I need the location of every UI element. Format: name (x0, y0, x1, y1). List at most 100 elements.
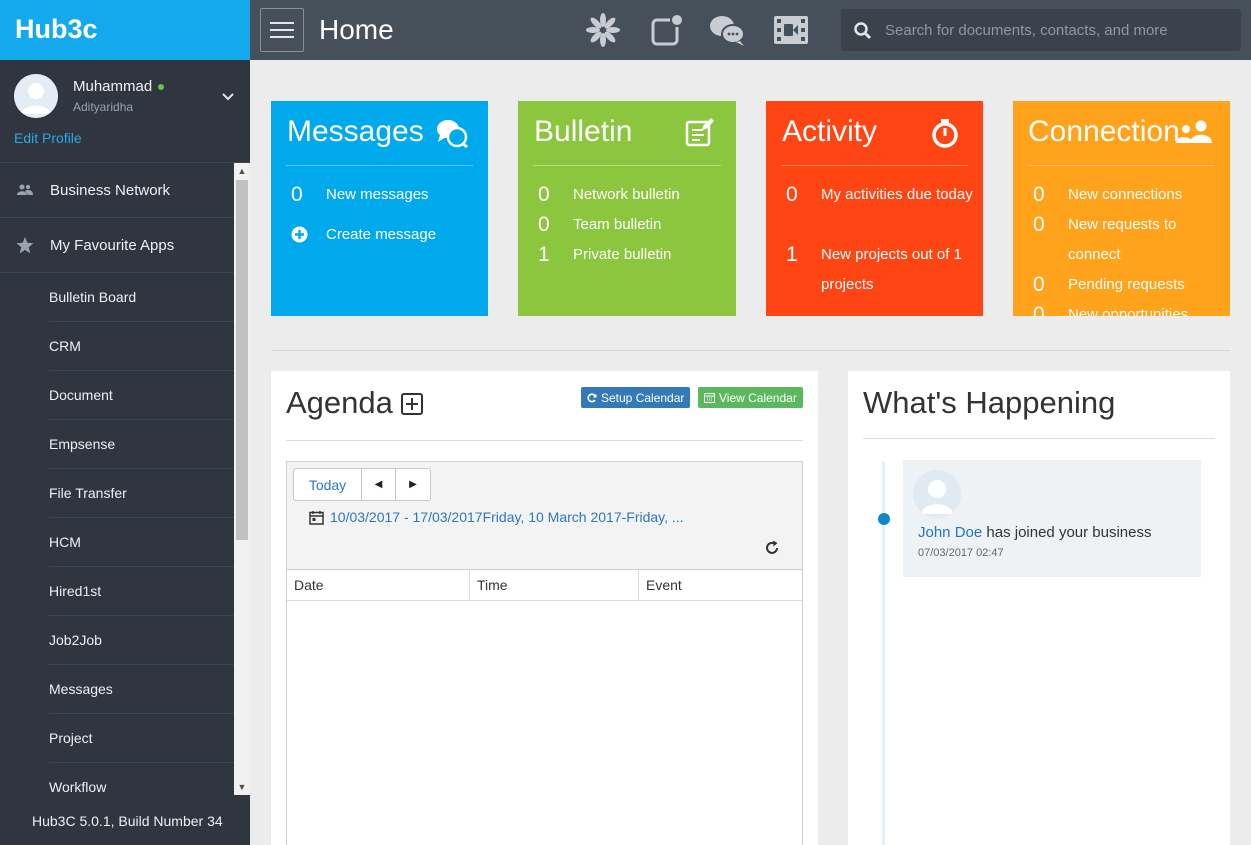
scroll-down-arrow-icon[interactable]: ▼ (234, 779, 250, 795)
sidebar-menu: Business Network My Favourite Apps Bulle… (0, 163, 234, 795)
avatar[interactable] (913, 470, 961, 518)
tile-count: 0 (786, 183, 798, 206)
sidebar-item-label: My Favourite Apps (50, 236, 175, 254)
timeline-dot-icon (878, 513, 890, 525)
tile-row-pending-requests[interactable]: 0 Pending requests (1029, 270, 1228, 300)
sidebar-item-workflow[interactable]: Workflow (49, 763, 234, 795)
tile-row-network-bulletin[interactable]: 0 Network bulletin (534, 180, 733, 210)
users-icon (0, 184, 50, 196)
hamburger-menu-button[interactable] (260, 8, 304, 52)
feed-message: has joined your business (986, 524, 1152, 541)
add-agenda-icon[interactable] (400, 392, 424, 416)
messages-tile[interactable]: Messages 0 New messages Create message (271, 101, 488, 316)
tile-row-create-message[interactable]: Create message (287, 220, 486, 250)
bulletin-icon (684, 117, 720, 149)
tile-row-new-connections[interactable]: 0 New connections (1029, 180, 1228, 210)
sidebar-item-bulletin-board[interactable]: Bulletin Board (49, 273, 234, 322)
tile-row-label: Pending requests (1068, 276, 1185, 293)
tile-count: 1 (538, 243, 550, 266)
notification-icon[interactable] (648, 11, 686, 49)
column-event: Event (646, 577, 682, 593)
messages-icon (434, 117, 470, 149)
tile-count: 0 (1033, 303, 1045, 316)
tile-row-label: Private bulletin (573, 246, 672, 263)
prev-arrow-icon[interactable]: ◀ (362, 469, 396, 500)
agenda-table-header: Date Time Event (287, 570, 802, 601)
refresh-icon[interactable] (763, 539, 781, 557)
tile-count: 0 (1033, 183, 1045, 206)
stopwatch-icon (929, 117, 965, 149)
tile-divider (781, 165, 968, 166)
tile-title: Activity (782, 115, 878, 148)
tile-row-label: New messages (326, 186, 429, 203)
tile-count: 0 (1033, 213, 1045, 236)
tile-row-activities-due[interactable]: 0 My activities due today (782, 180, 981, 210)
connection-tile[interactable]: Connection 0 New connections 0 New request… (1013, 101, 1230, 316)
chevron-down-icon[interactable] (220, 88, 236, 104)
sidebar-item-hired1st[interactable]: Hired1st (49, 567, 234, 616)
feed-item: John Doe has joined your business 07/03/… (903, 460, 1201, 577)
whats-happening-title: What's Happening (863, 385, 1116, 420)
tile-row-new-opportunities[interactable]: 0 New opportunities (1029, 300, 1228, 316)
setup-calendar-button[interactable]: Setup Calendar (581, 387, 691, 408)
tile-row-label: New opportunities (1068, 306, 1189, 316)
brand-logo[interactable]: Hub3c (0, 0, 250, 60)
today-button[interactable]: Today (294, 469, 362, 500)
tile-count: 0 (538, 213, 550, 236)
activity-tile[interactable]: Activity 0 My activities due today 1 New p… (766, 101, 983, 316)
sidebar-item-favourite-apps[interactable]: My Favourite Apps (0, 218, 234, 273)
sidebar-item-business-network[interactable]: Business Network (0, 163, 234, 218)
avatar[interactable] (14, 74, 58, 118)
feed-timestamp: 07/03/2017 02:47 (918, 547, 1004, 559)
whats-happening-panel: What's Happening John Doe has joined you… (848, 371, 1230, 845)
video-icon[interactable] (772, 11, 810, 49)
next-arrow-icon[interactable]: ▶ (396, 469, 430, 500)
sidebar-item-document[interactable]: Document (49, 371, 234, 420)
agenda-panel: Agenda Setup Calendar View Calendar Toda… (271, 371, 818, 845)
agenda-title: Agenda (286, 385, 393, 420)
agenda-calendar: Today ◀ ▶ 10/03/2017 - 17/03/2017Friday,… (286, 461, 803, 845)
tile-row-private-bulletin[interactable]: 1 Private bulletin (534, 240, 733, 270)
people-icon (1176, 117, 1212, 149)
tile-row-new-requests[interactable]: 0 New requests to connect (1029, 210, 1198, 270)
sidebar-scrollbar[interactable]: ▲ ▼ (234, 163, 250, 795)
agenda-divider (286, 440, 803, 441)
view-calendar-button[interactable]: View Calendar (698, 387, 803, 408)
sidebar-item-job2job[interactable]: Job2Job (49, 616, 234, 665)
build-info: Hub3C 5.0.1, Build Number 34 (32, 813, 223, 829)
tile-title: Bulletin (534, 115, 633, 148)
search-input[interactable] (885, 9, 1235, 51)
happening-divider (863, 438, 1215, 439)
calendar-toolbar: Today ◀ ▶ 10/03/2017 - 17/03/2017Friday,… (287, 462, 802, 570)
tile-row-label: Create message (326, 226, 437, 243)
scrollbar-thumb[interactable] (236, 180, 248, 540)
profile-name-text: Muhammad (73, 78, 153, 95)
calendar-icon (309, 510, 324, 525)
search-icon[interactable] (853, 21, 873, 41)
tile-title: Messages (287, 115, 424, 148)
apps-pinwheel-icon[interactable] (584, 11, 622, 49)
sidebar-item-empsense[interactable]: Empsense (49, 420, 234, 469)
view-calendar-label: View Calendar (719, 390, 797, 405)
bulletin-tile[interactable]: Bulletin 0 Network bulletin 0 Team bulleti… (518, 101, 736, 316)
column-date: Date (287, 570, 470, 600)
tile-row-new-messages[interactable]: 0 New messages (287, 180, 486, 210)
tile-divider (1028, 165, 1215, 166)
sidebar-item-messages[interactable]: Messages (49, 665, 234, 714)
scroll-up-arrow-icon[interactable]: ▲ (234, 163, 250, 179)
edit-profile-link[interactable]: Edit Profile (14, 130, 82, 146)
profile-name: Muhammad (73, 78, 165, 95)
tile-row-label: New requests to connect (1068, 216, 1177, 263)
sidebar-item-hcm[interactable]: HCM (49, 518, 234, 567)
sidebar-item-project[interactable]: Project (49, 714, 234, 763)
tile-row-team-bulletin[interactable]: 0 Team bulletin (534, 210, 733, 240)
tile-row-new-projects[interactable]: 1 New projects out of 1 projects (782, 240, 981, 300)
tile-row-label: My activities due today (821, 186, 973, 203)
chat-icon[interactable] (708, 11, 746, 49)
feed-item-text: John Doe has joined your business (918, 524, 1152, 541)
sidebar-item-crm[interactable]: CRM (49, 322, 234, 371)
sidebar-item-file-transfer[interactable]: File Transfer (49, 469, 234, 518)
feed-user-link[interactable]: John Doe (918, 524, 982, 541)
date-range[interactable]: 10/03/2017 - 17/03/2017Friday, 10 March … (309, 509, 684, 525)
tile-title: Connection (1028, 115, 1180, 148)
